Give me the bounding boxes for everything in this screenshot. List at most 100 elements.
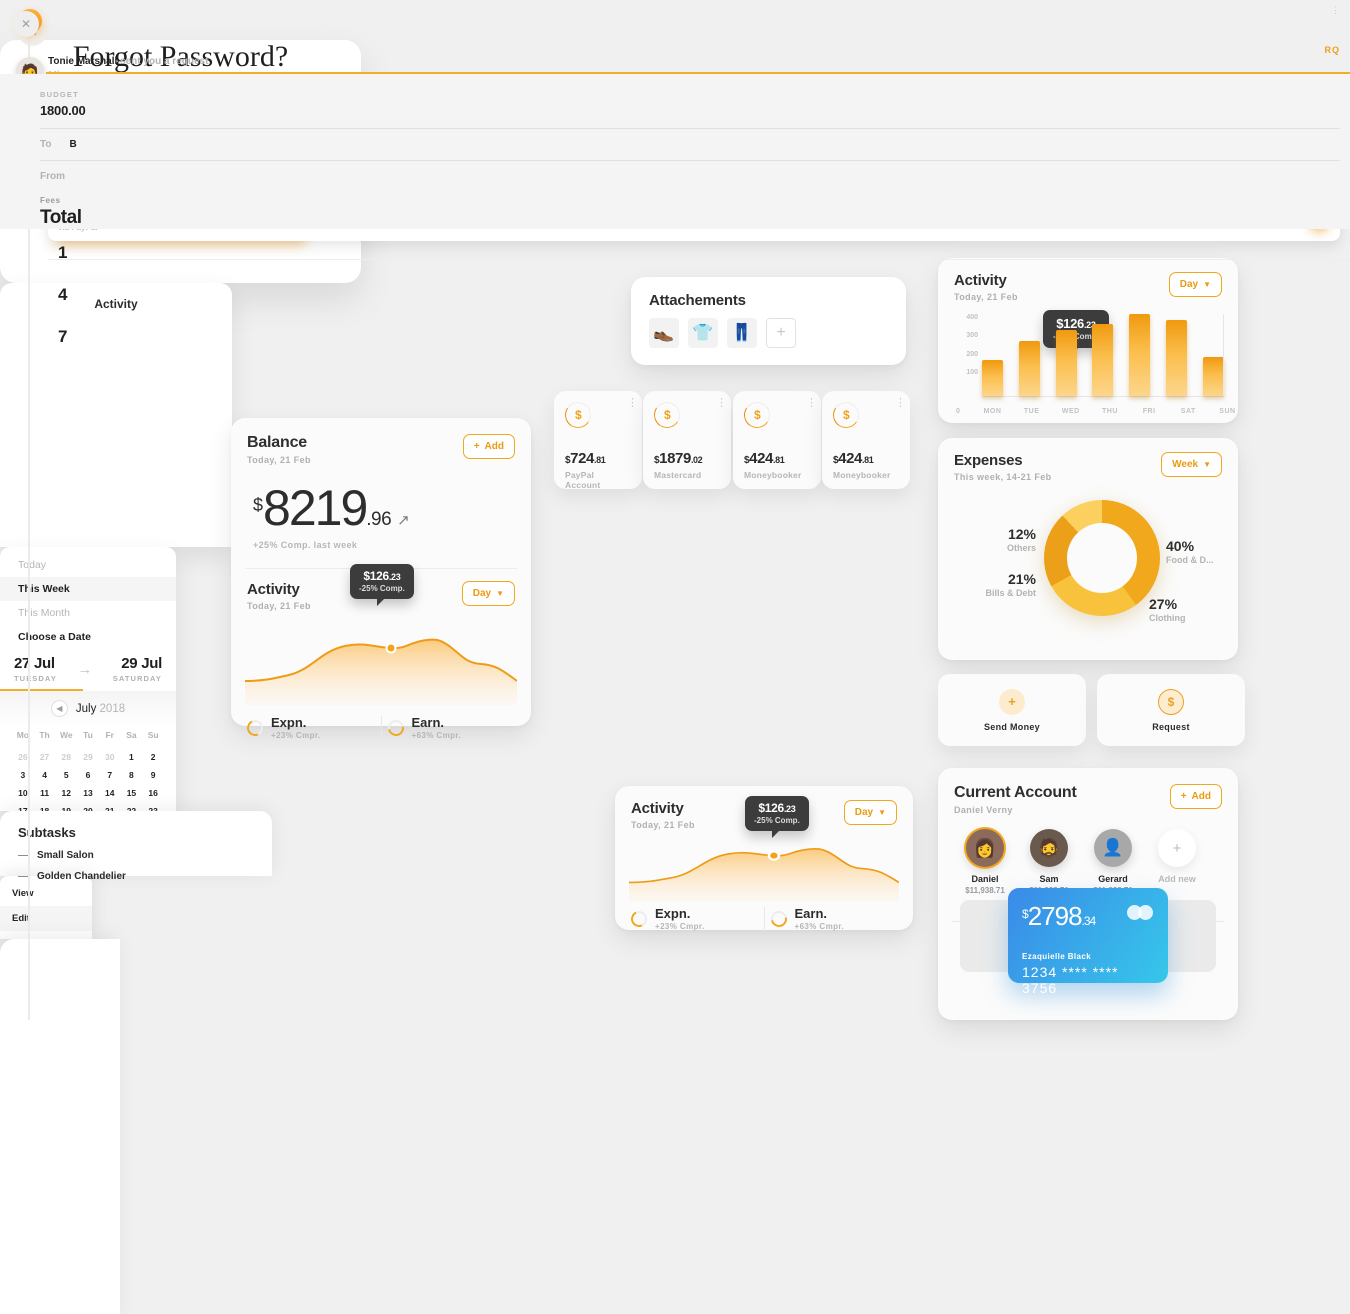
balance-activity-subtitle: Today, 21 Feb [247,601,311,611]
calendar-day[interactable]: 26 [12,748,34,766]
calendar-day[interactable]: 20 [77,802,99,811]
calendar-day[interactable]: 1 [121,748,143,766]
legend-earn-sub: +63% Cmpr. [794,922,845,931]
calendar-day[interactable]: 4 [34,766,56,784]
calendar-day[interactable]: 28 [55,748,77,766]
balance-amount-block: $8219.96 ↗ +25% Comp. last week [231,465,531,550]
calendar-day[interactable]: 9 [142,766,164,784]
subtasks-title: Subtasks [18,825,76,840]
calendar-month-nav: ◀ July 2018 [12,700,164,717]
calendar-day[interactable]: 21 [99,802,121,811]
request-panel: ✕ RQ BUDGET 1800.00 To B From Fees Total… [0,11,1350,1314]
range-end-day: SATURDAY [112,674,162,683]
cardholder-name: Ezaquielle Black [1022,952,1092,961]
date-option-today[interactable]: Today [0,547,176,577]
range-start[interactable]: 27 Jul TUESDAY [14,655,57,683]
calendar-month-label: July 2018 [76,703,125,715]
add-person[interactable]: + Add new [1150,829,1204,895]
donut-label-bills: 21% Bills & Debt [944,571,1036,598]
dash-icon: — [18,850,28,861]
dash-icon: — [18,871,28,882]
calendar-day[interactable]: 30 [99,748,121,766]
balance-comparison: +25% Comp. last week [253,540,358,550]
calendar-day[interactable]: 29 [77,748,99,766]
send-money-label: Send Money [983,721,1040,732]
tooltip-value-wrap: $126.23 [754,801,800,815]
account-people-list: 👩 Daniel $11,938.71 🧔 Sam $11,938.71 👤 G… [938,829,1238,895]
range-label: Day [854,807,874,818]
expenses-subtitle: This week, 14-21 Feb [954,472,1052,482]
kebab-menu-icon[interactable]: ⋮ [716,398,727,409]
tooltip-cents: .23 [388,572,401,582]
date-option-this-week[interactable]: This Week [0,577,176,601]
calendar-day[interactable]: 3 [12,766,34,784]
kebab-menu-icon[interactable]: ⋮ [627,398,638,409]
dollar-icon: $ [741,399,773,431]
calendar-day[interactable]: 5 [55,766,77,784]
balance-amount: $8219.96 ↗ [253,483,531,533]
payment-card-moneybooker-1[interactable]: $ ⋮ $424.81 Moneybooker [733,391,821,489]
kebab-menu-icon[interactable]: ⋮ [806,398,817,409]
subtask-label: Small Salon [37,850,94,861]
donut-label-food: 40% Food & D... [1166,538,1214,565]
donut-clothing-pct: 27% [1149,596,1178,612]
currency-symbol: $ [253,495,263,515]
area-card-range-dropdown[interactable]: Day ▼ [843,800,897,825]
calendar-day[interactable]: 15 [121,784,143,802]
calendar-day[interactable]: 12 [55,784,77,802]
plus-icon: + [1180,791,1187,802]
amount-value: 424 [749,450,773,467]
bar-mon [982,359,1003,396]
calendar-day[interactable]: 7 [99,766,121,784]
calendar-day[interactable]: 17 [12,802,34,811]
card-stack-ghost-right [1162,900,1216,972]
calendar-day[interactable]: 19 [55,802,77,811]
date-option-this-month[interactable]: This Month [0,601,176,625]
trend-up-icon: ↗ [397,512,410,529]
add-balance-button[interactable]: + Add [462,434,515,459]
payment-card-mastercard[interactable]: $ ⋮ $1879.02 Mastercard [643,391,731,489]
subtask-item[interactable]: — Golden Chandelier [0,861,272,882]
calendar-day[interactable]: 18 [34,802,56,811]
date-option-choose-date[interactable]: Choose a Date [0,625,176,649]
kebab-menu-icon[interactable]: ⋮ [895,398,906,409]
calendar-day[interactable]: 6 [77,766,99,784]
calendar-day[interactable]: 8 [121,766,143,784]
payment-card-paypal[interactable]: $ ⋮ $724.81 PayPal Account [554,391,642,490]
range-end[interactable]: 29 Jul SATURDAY [112,655,163,683]
calendar-day[interactable]: 13 [77,784,99,802]
tooltip-cents: .23 [783,804,796,814]
balance-activity-range-dropdown[interactable]: Day ▼ [461,581,515,606]
subtask-item[interactable]: — Small Salon [0,840,272,861]
request-button[interactable]: $ Request [1097,674,1245,746]
calendar-day[interactable]: 22 [121,802,143,811]
calendar-day[interactable]: 27 [34,748,56,766]
calendar-day[interactable]: 16 [142,784,164,802]
chevron-down-icon: ▼ [1203,460,1211,469]
calendar-day[interactable]: 11 [34,784,56,802]
person-gerard[interactable]: 👤 Gerard $11,938.71 [1086,829,1140,895]
dollar-circle-icon: $ [1158,688,1184,715]
calendar-day[interactable]: 2 [142,748,164,766]
area-card-subtitle: Today, 21 Feb [631,820,695,830]
calendar-day[interactable]: 23 [142,802,164,811]
payment-card-moneybooker-2[interactable]: $ ⋮ $424.81 Moneybooker [822,391,910,489]
calendar-day[interactable]: 14 [99,784,121,802]
tooltip-comparison: -25% Comp. [359,584,405,593]
send-money-button[interactable]: + Send Money [938,674,1086,746]
person-daniel[interactable]: 👩 Daniel $11,938.71 [958,829,1012,895]
account-header: Current Account Daniel Verny + Add [938,768,1238,815]
amount-cents: .81 [862,455,874,465]
menu-item-edit[interactable]: Edit [0,906,92,931]
add-account-button[interactable]: + Add [1169,784,1222,809]
legend-divider [380,715,382,740]
calendar-day[interactable]: 10 [12,784,34,802]
legend-expn: Expn. +23% Cmpr. [244,715,375,740]
area-card-title: Activity [631,800,684,817]
chevron-left-icon[interactable]: ◀ [50,700,68,717]
person-sam[interactable]: 🧔 Sam $11,938.71 [1022,829,1076,895]
credit-card[interactable]: $2798.34 Ezaquielle Black 1234 **** ****… [1008,888,1168,996]
menu-item-delete[interactable]: Delete [0,931,92,939]
expenses-range-dropdown[interactable]: Week ▼ [1161,452,1222,477]
earning-ring-icon [384,716,407,739]
